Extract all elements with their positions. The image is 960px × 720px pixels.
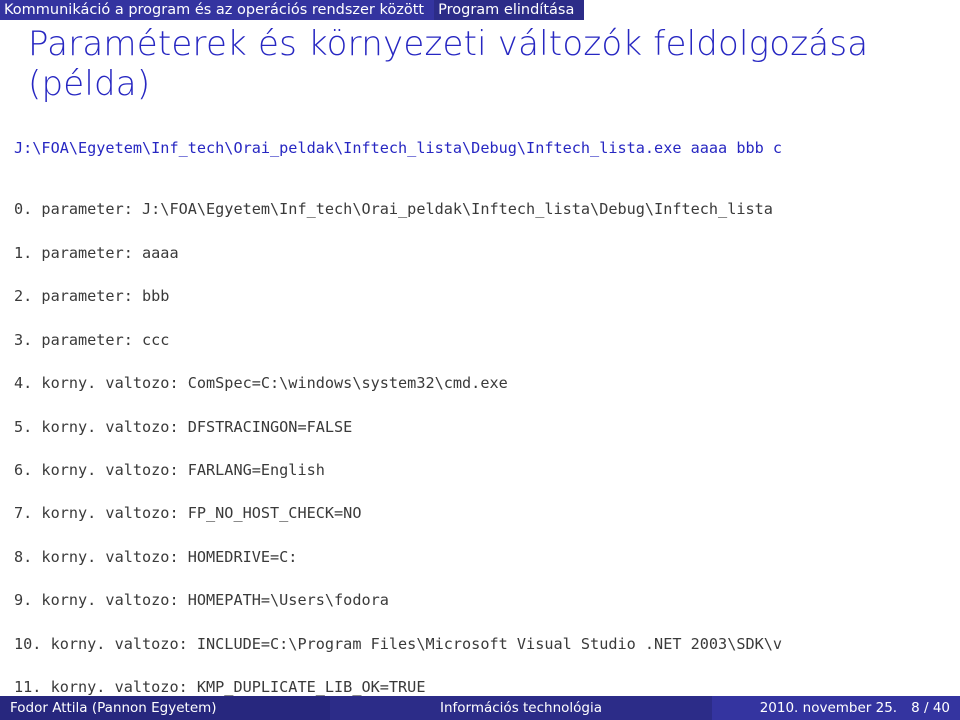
output-line: 8. korny. valtozo: HOMEDRIVE=C: [14, 547, 960, 569]
output-line: 3. parameter: ccc [14, 330, 960, 352]
slide: Kommunikáció a program és az operációs r… [0, 0, 960, 720]
slide-title: Paraméterek és környezeti változók feldo… [0, 20, 960, 116]
output-line: 7. korny. valtozo: FP_NO_HOST_CHECK=NO [14, 503, 960, 525]
tab-subsection: Program elindítása [434, 0, 584, 20]
tab-section: Kommunikáció a program és az operációs r… [0, 0, 434, 20]
output-line: 9. korny. valtozo: HOMEPATH=\Users\fodor… [14, 590, 960, 612]
footer-author: Fodor Attila (Pannon Egyetem) [0, 696, 330, 720]
footer: Fodor Attila (Pannon Egyetem) Információ… [0, 696, 960, 720]
output-line: 0. parameter: J:\FOA\Egyetem\Inf_tech\Or… [14, 199, 960, 221]
section-tabs: Kommunikáció a program és az operációs r… [0, 0, 960, 20]
footer-date-page: 2010. november 25. 8 / 40 [712, 696, 960, 720]
output-line: 2. parameter: bbb [14, 286, 960, 308]
output-line: 1. parameter: aaaa [14, 243, 960, 265]
slide-body: J:\FOA\Egyetem\Inf_tech\Orai_peldak\Inft… [0, 116, 960, 720]
footer-date: 2010. november 25. [760, 700, 897, 716]
output-line: 4. korny. valtozo: ComSpec=C:\windows\sy… [14, 373, 960, 395]
output-line: 5. korny. valtozo: DFSTRACINGON=FALSE [14, 417, 960, 439]
output-line: 10. korny. valtozo: INCLUDE=C:\Program F… [14, 634, 960, 656]
footer-page: 8 / 40 [897, 700, 950, 716]
output-line: 6. korny. valtozo: FARLANG=English [14, 460, 960, 482]
footer-title: Információs technológia [330, 696, 712, 720]
command-line: J:\FOA\Egyetem\Inf_tech\Orai_peldak\Inft… [14, 138, 960, 160]
